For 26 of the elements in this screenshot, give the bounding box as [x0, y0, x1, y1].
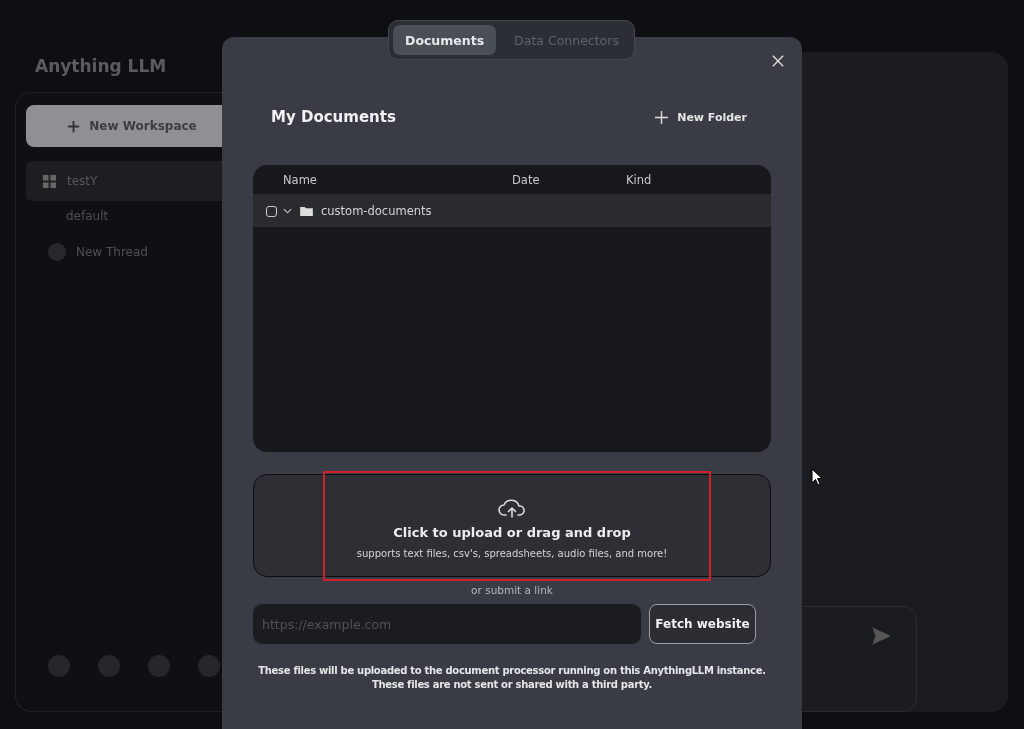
new-folder-button[interactable]: New Folder	[649, 109, 753, 125]
folder-row[interactable]: custom-documents	[253, 195, 771, 227]
column-header: Kind	[626, 172, 652, 187]
mouse-cursor-icon	[811, 468, 823, 486]
folder-name: custom-documents	[321, 204, 432, 218]
checkbox[interactable]	[266, 205, 277, 217]
tab[interactable]: Documents	[393, 25, 497, 55]
plus-icon	[655, 110, 669, 124]
disclaimer-text: These files will be uploaded to the document processor running on this AnythingLLM instance. These files are not sent or shared with a third party.	[257, 664, 767, 692]
upload-hint: supports text files, csv's, spreadsheets, audio files, and more!	[356, 547, 668, 559]
folder-icon	[300, 206, 313, 216]
column-header: Name	[283, 172, 317, 187]
close-icon[interactable]	[772, 55, 784, 67]
cloud-upload-icon	[498, 496, 526, 519]
send-icon[interactable]	[870, 625, 892, 647]
link-hint: or submit a link	[470, 584, 554, 596]
grid-icon	[42, 173, 57, 189]
dialog-title: My Documents	[271, 108, 396, 126]
column-header: Date	[512, 172, 540, 187]
upload-title: Click to upload or drag and drop	[393, 524, 631, 540]
upload-dropzone[interactable]: Click to upload or drag and drop supports text files, csv's, spreadsheets, audio files, and more!	[253, 474, 771, 577]
fetch-website-button[interactable]: Fetch website	[649, 604, 756, 644]
chevron-icon[interactable]	[283, 208, 292, 214]
plus-icon	[66, 118, 82, 134]
url-input-field[interactable]: https://example.com	[253, 604, 641, 644]
app-logo: Anything LLM	[34, 55, 168, 78]
